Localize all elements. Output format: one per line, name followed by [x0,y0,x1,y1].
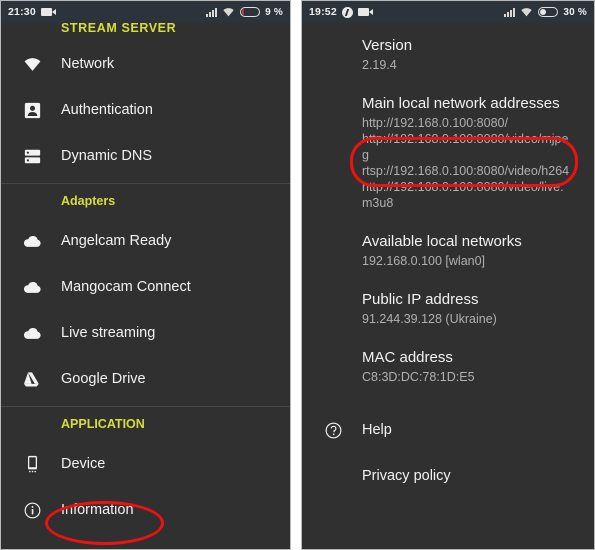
sidebar-item-label: Mangocam Connect [61,279,191,295]
info-value: C8:3D:DC:78:1D:E5 [362,369,572,385]
info-line: 192.168.0.100 [wlan0] [362,254,486,268]
sidebar-item-device[interactable]: Device [1,441,290,487]
info-line: C8:3D:DC:78:1D:E5 [362,370,475,384]
sidebar-item-dynamic-dns[interactable]: Dynamic DNS [1,133,290,179]
sidebar-item-live-streaming[interactable]: Live streaming [1,310,290,356]
sidebar-item-label: Information [61,502,134,518]
battery-percent: 30 % [563,6,587,18]
sidebar-item-angelcam-ready[interactable]: Angelcam Ready [1,218,290,264]
menu-item-help[interactable]: Help [302,407,594,453]
sidebar-item-google-drive[interactable]: Google Drive [1,356,290,402]
sidebar-item-authentication[interactable]: Authentication [1,87,290,133]
panel-gap [291,0,301,550]
info-line: 2.19.4 [362,58,397,72]
status-bar-left-group: 21:30 [8,6,56,18]
info-line-url-h264[interactable]: rtsp://192.168.0.100:8080/video/h264 [362,163,572,179]
camera-icon [357,8,373,16]
charging-bolt-icon [341,6,353,18]
sidebar-item-label: Live streaming [61,325,156,341]
info-value: http://192.168.0.100:8080/ http://192.16… [362,115,572,211]
cloud-icon [19,280,45,294]
sidebar-item-information[interactable]: Information [1,487,290,533]
info-value: 192.168.0.100 [wlan0] [362,253,572,269]
information-pane: Version 2.19.4 Main local network addres… [302,23,594,499]
status-bar-left-group: 19:52 [309,6,373,18]
info-block-version: Version 2.19.4 [302,37,594,73]
left-status-bar: 21:30 9 % [1,1,290,23]
info-title: MAC address [362,349,453,366]
info-title: Version [362,37,413,54]
info-line: 91.244.39.128 (Ukraine) [362,312,497,326]
screenshot-root: 21:30 9 % STREAM SERVER Network Authenti… [0,0,595,550]
sidebar-item-network[interactable]: Network [1,41,290,87]
info-block-main-local-network-addresses: Main local network addresses http://192.… [302,95,594,211]
help-circle-icon [320,422,346,439]
info-circle-icon [19,502,45,519]
right-status-bar: 19:52 30 % [302,1,594,23]
cloud-icon [19,326,45,340]
info-line-url-root[interactable]: http://192.168.0.100:8080/ [362,115,572,131]
user-badge-icon [19,102,45,119]
camera-icon [40,8,56,16]
status-bar-right-group: 9 % [206,7,283,18]
info-value: 2.19.4 [362,57,572,73]
status-time: 19:52 [309,6,337,18]
server-icon [19,148,45,165]
sidebar-item-label: Network [61,56,115,72]
info-line-url-mjpeg[interactable]: http://192.168.0.100:8080/video/mjpeg [362,131,572,163]
menu-item-label: Privacy policy [362,468,451,484]
google-drive-icon [19,371,45,387]
info-value: 91.244.39.128 (Ukraine) [362,311,572,327]
wifi-icon [520,7,533,17]
info-title: Main local network addresses [362,95,560,112]
sidebar-item-mangocam-connect[interactable]: Mangocam Connect [1,264,290,310]
right-phone-screen: 19:52 30 % Version 2.19.4 Main local net… [301,0,595,550]
info-title: Public IP address [362,291,479,308]
signal-icon [206,7,218,17]
menu-item-privacy-policy[interactable]: Privacy policy [302,453,594,499]
info-title: Available local networks [362,233,522,250]
menu-item-label: Help [362,422,392,438]
info-block-available-local-networks: Available local networks 192.168.0.100 [… [302,233,594,269]
navigation-drawer: STREAM SERVER Network Authentication Dyn… [1,23,290,533]
wifi-icon [19,57,45,72]
section-header-stream-server: STREAM SERVER [61,23,177,35]
info-line-url-m3u8[interactable]: http://192.168.0.100:8080/video/live.m3u… [362,179,572,211]
battery-icon [240,7,261,17]
status-time: 21:30 [8,6,36,18]
battery-percent: 9 % [265,6,283,18]
wifi-icon [222,7,235,17]
sidebar-item-label: Angelcam Ready [61,233,172,249]
info-block-public-ip-address: Public IP address 91.244.39.128 (Ukraine… [302,291,594,327]
battery-icon [538,7,559,17]
phone-icon [19,455,45,473]
signal-icon [504,7,516,17]
left-phone-screen: 21:30 9 % STREAM SERVER Network Authenti… [0,0,291,550]
sidebar-item-label: Google Drive [61,371,146,387]
info-block-mac-address: MAC address C8:3D:DC:78:1D:E5 [302,349,594,385]
status-bar-right-group: 30 % [504,7,587,18]
section-header-application: APPLICATION [61,417,145,431]
sidebar-item-label: Dynamic DNS [61,148,153,164]
sidebar-item-label: Device [61,456,106,472]
cloud-icon [19,234,45,248]
sidebar-item-label: Authentication [61,102,153,118]
section-header-adapters: Adapters [61,194,116,208]
